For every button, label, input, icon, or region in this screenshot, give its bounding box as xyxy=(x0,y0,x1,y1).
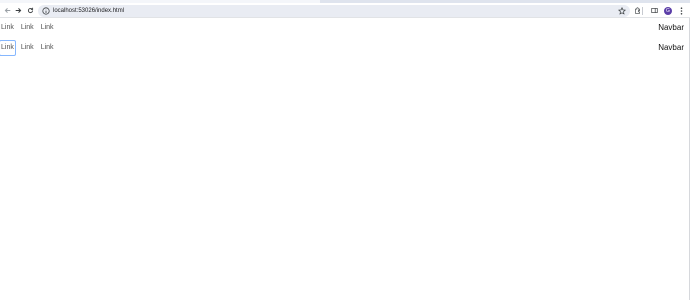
arrow-right-icon xyxy=(15,8,21,13)
nav-link[interactable]: Link xyxy=(20,21,35,35)
nav-link[interactable]: Link xyxy=(40,21,55,35)
star-icon[interactable] xyxy=(618,7,626,15)
nav-link[interactable]: Link xyxy=(0,21,15,35)
navbar-brand[interactable]: Navbar xyxy=(658,39,684,57)
sidebar-icon xyxy=(650,8,658,13)
url-text[interactable]: localhost:53026/index.html xyxy=(53,5,124,17)
puzzle-icon xyxy=(634,7,640,14)
address-bar[interactable]: localhost:53026/index.html xyxy=(38,5,630,17)
nav-link[interactable]: Link xyxy=(20,41,35,55)
toolbar-divider xyxy=(642,7,643,15)
profile-button[interactable]: G xyxy=(662,3,674,18)
forward-button[interactable] xyxy=(12,3,24,18)
kebab-menu-icon xyxy=(680,6,682,15)
nav-link-focused[interactable]: Link xyxy=(0,40,16,56)
sidebar-button[interactable] xyxy=(648,3,660,18)
info-icon[interactable] xyxy=(42,7,50,15)
nav-links: Link Link Link xyxy=(0,39,60,57)
browser-toolbar: localhost:53026/index.html G xyxy=(0,3,690,18)
arrow-left-icon xyxy=(4,8,10,13)
avatar: G xyxy=(664,6,672,15)
nav-links: Link Link Link xyxy=(0,19,60,37)
navbar-secondary: Link Link Link Navbar xyxy=(0,39,690,57)
navbar-brand[interactable]: Navbar xyxy=(658,19,684,37)
reload-button[interactable] xyxy=(24,3,36,18)
nav-link[interactable]: Link xyxy=(40,41,55,55)
reload-icon xyxy=(27,7,33,14)
navbar-primary: Link Link Link Navbar xyxy=(0,19,690,37)
menu-button[interactable] xyxy=(675,3,687,18)
